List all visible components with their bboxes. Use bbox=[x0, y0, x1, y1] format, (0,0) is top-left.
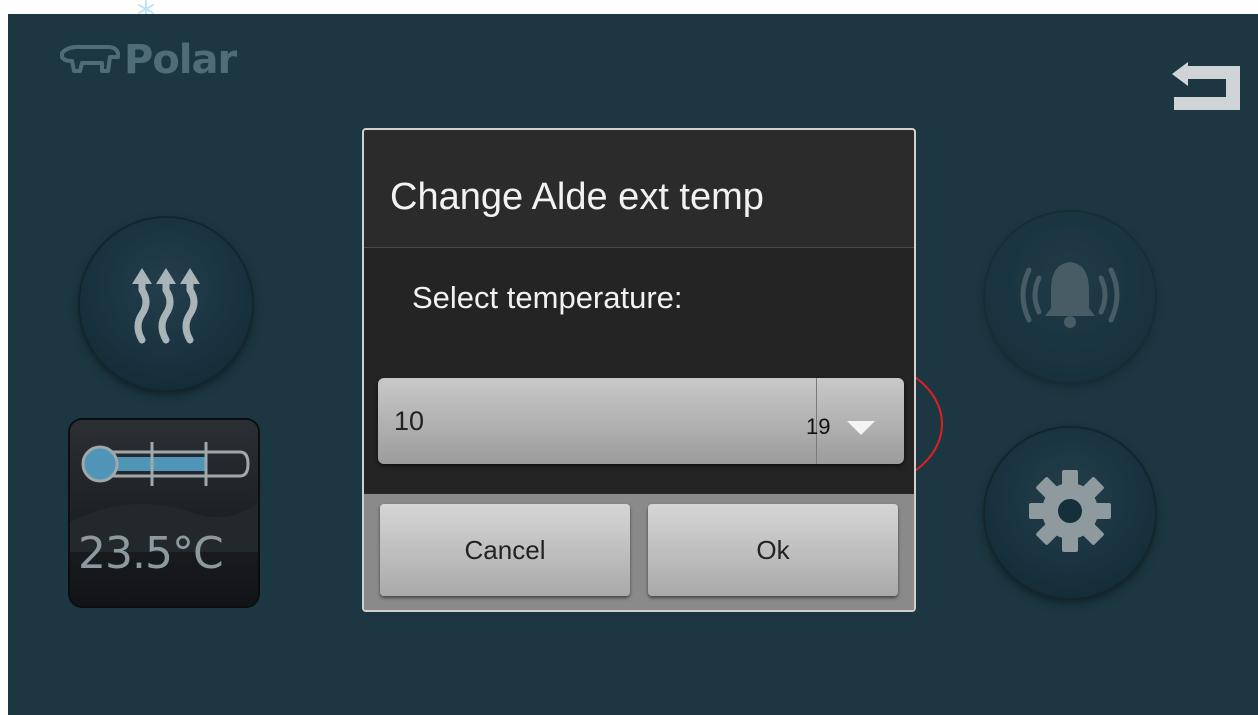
current-temperature: 23.5°C bbox=[78, 528, 224, 579]
dialog-button-bar: Cancel Ok bbox=[364, 494, 914, 610]
brand-name: Polar bbox=[124, 37, 237, 83]
cancel-button[interactable]: Cancel bbox=[380, 504, 630, 596]
settings-button[interactable] bbox=[985, 428, 1155, 598]
select-temperature-label: Select temperature: bbox=[412, 280, 683, 315]
gear-icon bbox=[1027, 468, 1113, 558]
triangle-down-icon[interactable] bbox=[846, 420, 876, 436]
annotation-number: 19 bbox=[806, 414, 831, 439]
brand-logo: Polar bbox=[58, 37, 237, 83]
temperature-card[interactable]: 23.5°C bbox=[70, 420, 258, 606]
temperature-select[interactable]: 10 19 bbox=[378, 378, 904, 464]
alarm-button[interactable] bbox=[985, 212, 1155, 382]
dialog-title: Change Alde ext temp bbox=[390, 176, 764, 218]
heating-waves-icon bbox=[124, 260, 208, 348]
temperature-selected-value: 10 bbox=[394, 406, 425, 436]
polar-bear-icon bbox=[58, 43, 120, 77]
change-temp-dialog: Change Alde ext temp Select temperature:… bbox=[362, 128, 916, 612]
alarm-bell-icon bbox=[1015, 250, 1125, 344]
back-arrow-icon bbox=[1166, 62, 1246, 120]
back-button[interactable] bbox=[1166, 54, 1246, 116]
heating-button[interactable] bbox=[80, 218, 252, 390]
ok-button[interactable]: Ok bbox=[648, 504, 898, 596]
thermometer-icon bbox=[80, 438, 250, 494]
